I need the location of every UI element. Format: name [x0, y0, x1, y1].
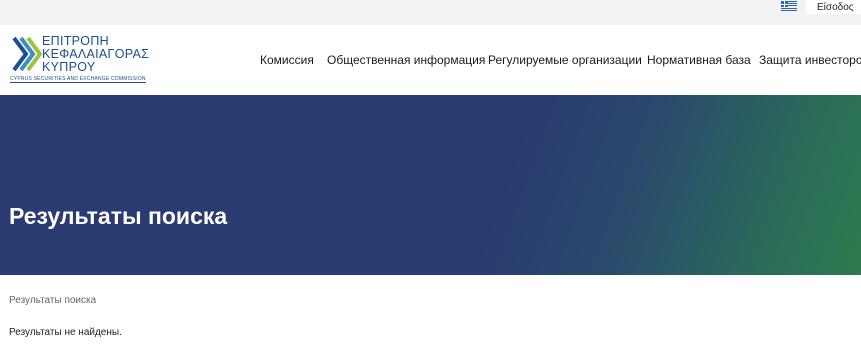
chevron-logo-icon — [12, 36, 42, 72]
nav-item-legal-framework[interactable]: Нормативная база — [647, 53, 751, 67]
greek-flag-icon[interactable] — [781, 1, 797, 11]
site-header: ΕΠΙΤΡΟΠΗ ΚΕΦΑΛΑΙΑΓΟΡΑΣ ΚΥΠΡΟΥ CYPRUS SEC… — [0, 25, 861, 95]
breadcrumb: Результаты поиска — [9, 295, 97, 306]
nav-item-investor-protection[interactable]: Защита инвесторов — [759, 53, 861, 67]
page-title: Результаты поиска — [9, 203, 228, 229]
hero-banner: Результаты поиска — [0, 95, 861, 275]
login-link[interactable]: Είσοδος — [817, 2, 854, 13]
no-results-message: Результаты не найдены. — [9, 327, 122, 338]
cysec-logo[interactable]: ΕΠΙΤΡΟΠΗ ΚΕΦΑΛΑΙΑΓΟΡΑΣ ΚΥΠΡΟΥ CYPRUS SEC… — [10, 34, 155, 88]
logo-text-line3: ΚΥΠΡΟΥ — [42, 60, 96, 74]
logo-text-line2: ΚΕΦΑΛΑΙΑΓΟΡΑΣ — [42, 47, 150, 61]
nav-item-public-information[interactable]: Общественная информация — [327, 53, 485, 67]
nav-item-regulated-entities[interactable]: Регулируемые организации — [488, 53, 642, 67]
logo-subtitle: CYPRUS SECURITIES AND EXCHANGE COMMISSIO… — [10, 76, 146, 83]
nav-item-commission[interactable]: Комиссия — [260, 53, 314, 67]
logo-text-line1: ΕΠΙΤΡΟΠΗ — [42, 34, 109, 48]
top-utility-bar: Είσοδος — [0, 0, 861, 25]
